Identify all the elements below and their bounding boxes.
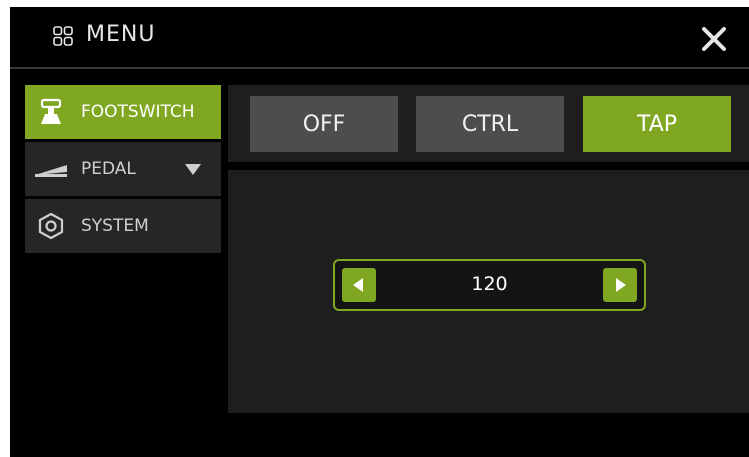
menu-title: MENU [86, 22, 156, 47]
sidebar-item-footswitch[interactable]: FOOTSWITCH [25, 85, 221, 139]
triangle-right-icon [616, 278, 626, 292]
device-screen: MENU FOOTSWITCH PEDAL SYSTEM OFF CTRL TA… [10, 7, 749, 457]
stepper-value: 120 [471, 273, 508, 295]
chevron-down-icon[interactable] [185, 164, 201, 175]
hexagon-icon [33, 211, 69, 241]
tab-off[interactable]: OFF [250, 96, 398, 152]
content-panel: 120 [228, 170, 749, 413]
grid-icon[interactable] [53, 26, 73, 46]
sidebar-item-label: FOOTSWITCH [81, 102, 195, 122]
pedal-icon [33, 154, 69, 184]
close-icon[interactable] [696, 21, 732, 57]
sidebar-item-pedal[interactable]: PEDAL [25, 142, 221, 196]
tempo-stepper: 120 [333, 259, 646, 311]
tab-tap[interactable]: TAP [583, 96, 731, 152]
sidebar-item-label: PEDAL [81, 159, 136, 179]
header-bar: MENU [10, 7, 749, 67]
footswitch-icon [33, 97, 69, 127]
sidebar-item-label: SYSTEM [81, 216, 149, 236]
increment-button[interactable] [603, 268, 637, 302]
header-divider [10, 67, 749, 69]
tab-ctrl[interactable]: CTRL [416, 96, 564, 152]
mode-tab-bar: OFF CTRL TAP [228, 85, 749, 162]
sidebar-item-system[interactable]: SYSTEM [25, 199, 221, 253]
